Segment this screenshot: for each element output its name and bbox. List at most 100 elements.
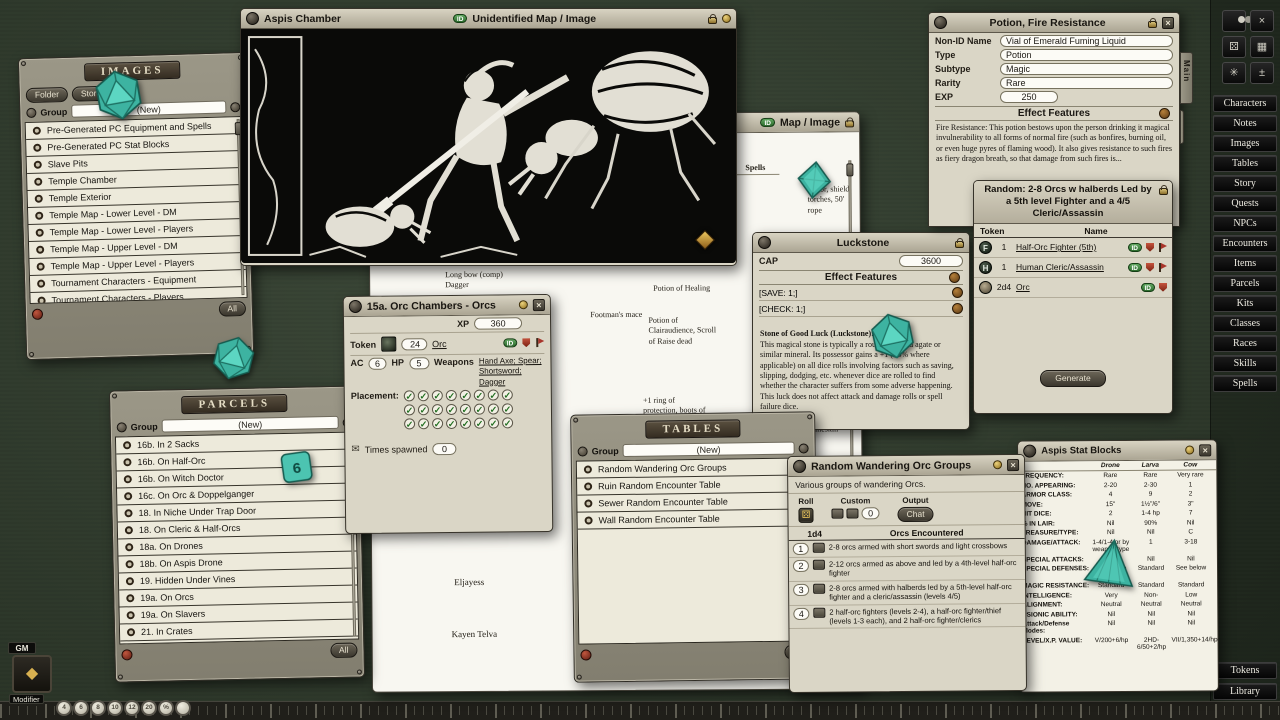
npc-token[interactable] (979, 281, 992, 294)
lock-icon[interactable] (708, 17, 717, 24)
ac-field[interactable]: 6 (368, 358, 386, 370)
placement-check[interactable]: ✓ (502, 389, 513, 400)
npc-name-link[interactable]: Orc (1016, 282, 1137, 292)
faction-flag-icon[interactable] (535, 338, 544, 347)
window-random-orcs[interactable]: Random: 2-8 Orcs w halberds Led by a 5th… (973, 180, 1173, 414)
encounter-npc-row[interactable]: F 1 Half-Orc Fighter (5th) ID (974, 238, 1172, 258)
tab-secondary[interactable] (1180, 110, 1184, 144)
window-stack-icon[interactable]: ▦ (1250, 36, 1274, 58)
generate-button[interactable]: Generate (1040, 370, 1105, 387)
sidebar-item-parcels[interactable]: Parcels (1213, 275, 1277, 292)
placement-check[interactable]: ✓ (474, 418, 485, 429)
sidebar-item-tables[interactable]: Tables (1213, 155, 1277, 172)
window-tables[interactable]: Tables Group (New) Random Wandering Orc … (570, 411, 819, 682)
folder-button[interactable]: Folder (26, 87, 68, 103)
npc-token[interactable]: F (979, 241, 992, 254)
close-icon[interactable]: × (533, 298, 545, 310)
die-d20-button[interactable]: 20 (141, 700, 157, 716)
placement-check[interactable]: ✓ (404, 419, 415, 430)
group-prev-button[interactable] (578, 446, 588, 456)
encounter-npc-row[interactable]: H 1 Human Cleric/Assassin ID (974, 258, 1172, 278)
all-filter-button[interactable]: All (330, 642, 358, 658)
die-d4-button[interactable]: 4 (56, 700, 72, 716)
record-orb-icon[interactable] (246, 12, 259, 25)
placement-check[interactable]: ✓ (460, 404, 471, 415)
window-aspis-chamber[interactable]: Aspis Chamber ID Unidentified Map / Imag… (240, 8, 737, 266)
placement-check[interactable]: ✓ (488, 390, 499, 401)
chamber-artwork[interactable] (241, 29, 736, 263)
sidebar-item-npcs[interactable]: NPCs (1213, 215, 1277, 232)
sidebar-item-classes[interactable]: Classes (1213, 315, 1277, 332)
group-value-field[interactable]: (New) (71, 100, 226, 117)
sidebar-item-items[interactable]: Items (1213, 255, 1277, 272)
lock-icon[interactable] (845, 120, 854, 127)
radial-menu-icon[interactable] (32, 308, 43, 319)
delete-shield-icon[interactable] (1146, 243, 1154, 252)
list-item[interactable]: 21. In Crates (120, 619, 358, 641)
npc-token[interactable]: H (979, 261, 992, 274)
die-d12-button[interactable]: 12 (124, 700, 140, 716)
npc-name-link[interactable]: Half-Orc Fighter (5th) (1016, 242, 1124, 252)
sidebar-item-images[interactable]: Images (1213, 135, 1277, 152)
group-value-field[interactable]: (New) (162, 416, 339, 433)
envelope-icon[interactable]: ✉ (351, 445, 359, 455)
group-value-field[interactable]: (New) (623, 442, 795, 457)
placement-check[interactable]: ✓ (418, 390, 429, 401)
placement-check[interactable]: ✓ (404, 391, 415, 402)
custom-option-button[interactable] (832, 509, 844, 519)
close-icon[interactable]: × (1199, 444, 1211, 456)
options-icon[interactable]: ✳ (1222, 62, 1246, 84)
encounter-npc-row[interactable]: 2d4 Orc ID (974, 278, 1172, 298)
wandering-titlebar[interactable]: Random Wandering Orc Groups × (788, 455, 1024, 477)
placement-check[interactable]: ✓ (432, 390, 443, 401)
row-link-button[interactable] (813, 560, 825, 570)
placement-check[interactable]: ✓ (446, 390, 457, 401)
sidebar-item-quests[interactable]: Quests (1213, 195, 1277, 212)
delete-shield-icon[interactable] (1146, 263, 1154, 272)
radial-menu-icon[interactable] (121, 649, 132, 660)
hp-field[interactable]: 5 (409, 357, 429, 369)
record-orb-icon[interactable] (793, 460, 806, 473)
placement-check[interactable]: ✓ (432, 418, 443, 429)
effect-entry[interactable]: [CHECK: 1;] (759, 304, 805, 314)
delete-shield-icon[interactable] (522, 338, 530, 347)
table-result-row[interactable]: 3 2-8 orcs armed with halberds led by a … (789, 580, 1025, 606)
all-filter-button[interactable]: All (218, 300, 246, 316)
radial-menu-icon[interactable] (580, 649, 591, 660)
close-icon[interactable]: × (1007, 459, 1019, 471)
sidebar-item-notes[interactable]: Notes (1213, 115, 1277, 132)
die-empty-button[interactable] (175, 700, 191, 716)
group-next-button[interactable] (799, 443, 809, 453)
output-chat-button[interactable]: Chat (898, 507, 934, 522)
placement-check[interactable]: ✓ (460, 418, 471, 429)
type-field[interactable]: Potion (1000, 49, 1173, 61)
aspis-stats-titlebar[interactable]: Aspis Stat Blocks × (1018, 440, 1216, 461)
effects-orb-icon[interactable] (1159, 108, 1170, 119)
window-luckstone[interactable]: Luckstone CAP 3600 Effect Features [SAVE… (752, 232, 970, 430)
record-orb-icon[interactable] (1023, 445, 1036, 458)
placement-check[interactable]: ✓ (502, 403, 513, 414)
placement-check[interactable]: ✓ (502, 417, 513, 428)
die-d100-button[interactable]: % (158, 700, 174, 716)
placement-check[interactable]: ✓ (432, 404, 443, 415)
effects-orb-icon[interactable] (949, 272, 960, 283)
placement-check[interactable]: ✓ (418, 404, 429, 415)
chamber-titlebar[interactable]: Aspis Chamber ID Unidentified Map / Imag… (241, 9, 736, 29)
pin-icon[interactable] (519, 300, 528, 309)
cap-field[interactable]: 3600 (899, 255, 963, 267)
party-icon[interactable] (1222, 10, 1246, 32)
sidebar-item-encounters[interactable]: Encounters (1213, 235, 1277, 252)
sidebar-item-spells[interactable]: Spells (1213, 375, 1277, 392)
group-prev-button[interactable] (26, 107, 36, 117)
custom-option-button[interactable] (847, 508, 859, 518)
row-link-button[interactable] (813, 583, 825, 593)
teal-d20-die[interactable] (92, 66, 147, 128)
teal-d8-die[interactable] (795, 159, 833, 205)
placement-check[interactable]: ✓ (418, 418, 429, 429)
close-icon[interactable]: × (1162, 17, 1174, 29)
table-result-row[interactable]: 2 2-12 orcs armed as above and led by a … (789, 556, 1025, 582)
row-link-button[interactable] (813, 607, 825, 617)
times-spawned-field[interactable]: 0 (432, 443, 456, 455)
sidebar-item-tokens[interactable]: Tokens (1213, 662, 1277, 679)
custom-counter-field[interactable]: 0 (862, 507, 880, 519)
